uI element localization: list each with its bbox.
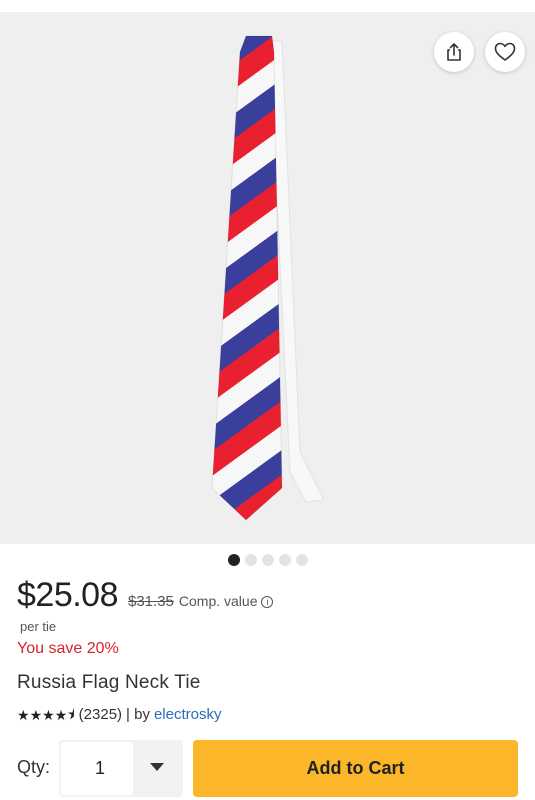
by-label: | by <box>126 706 150 723</box>
star-half-icon: ⯨ <box>67 706 75 723</box>
qty-select[interactable]: 1 <box>59 740 183 797</box>
share-icon <box>447 43 461 61</box>
carousel-dot[interactable] <box>262 554 274 566</box>
seller-link[interactable]: electrosky <box>154 706 222 723</box>
price-row: $25.08 $31.35 Comp. value i <box>17 576 274 615</box>
product-image[interactable] <box>0 12 535 544</box>
carousel-dot[interactable] <box>228 554 240 566</box>
star-full-icon: ★ <box>42 706 55 723</box>
image-carousel-dots <box>0 554 535 566</box>
star-full-icon: ★ <box>29 706 43 723</box>
star-full-icon: ★ <box>54 706 68 723</box>
rating-count[interactable]: (2325) <box>79 706 122 723</box>
tie-image <box>211 35 325 521</box>
info-icon[interactable]: i <box>261 596 274 608</box>
product-title: Russia Flag Neck Tie <box>17 672 201 693</box>
chevron-down-icon[interactable] <box>150 763 164 771</box>
per-unit-label: per tie <box>20 619 57 634</box>
price: $25.08 <box>17 576 119 614</box>
star-full-icon: ★ <box>17 706 30 723</box>
rating-row: ★ ★ ★ ★ ⯨ (2325) | by electrosky <box>17 706 221 723</box>
original-price: $31.35 <box>128 593 174 610</box>
top-spacer <box>0 0 535 12</box>
star-rating[interactable]: ★ ★ ★ ★ ⯨ <box>17 708 75 722</box>
share-button[interactable] <box>434 32 474 72</box>
comp-value-label: Comp. value <box>178 593 258 609</box>
carousel-dot[interactable] <box>296 554 308 566</box>
qty-label: Qty: <box>17 757 51 777</box>
add-to-cart-button[interactable]: Add to Cart <box>193 740 518 797</box>
heart-icon <box>494 42 516 61</box>
qty-value[interactable]: 1 <box>61 742 133 795</box>
wishlist-button[interactable] <box>485 32 525 72</box>
savings-text: You save 20% <box>17 640 119 657</box>
carousel-dot[interactable] <box>279 554 291 566</box>
carousel-dot[interactable] <box>245 554 257 566</box>
